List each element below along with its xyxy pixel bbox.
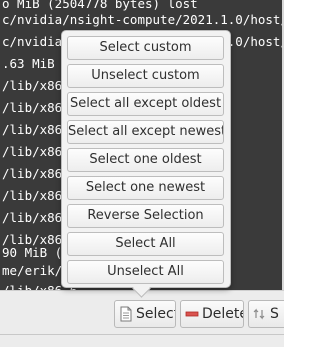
select-one-newest-button[interactable]: Select one newest	[67, 176, 224, 200]
toolbar-divider	[0, 334, 284, 335]
delete-icon	[185, 309, 199, 319]
unselect-custom-button[interactable]: Unselect custom	[67, 64, 224, 88]
document-icon	[119, 306, 133, 322]
sort-icon	[253, 307, 267, 321]
unselect-all-button[interactable]: Unselect All	[67, 260, 224, 284]
sort-button-label: S	[270, 306, 279, 322]
reverse-selection-button[interactable]: Reverse Selection	[67, 204, 224, 228]
select-custom-button[interactable]: Select custom	[67, 36, 224, 60]
list-item: me/erik/D	[2, 263, 70, 278]
delete-button[interactable]: Delete	[180, 300, 244, 328]
delete-button-label: Delete	[202, 306, 244, 322]
sort-button[interactable]: S	[248, 300, 284, 328]
select-all-except-oldest-button[interactable]: Select all except oldest	[67, 92, 224, 116]
select-all-button[interactable]: Select All	[67, 232, 224, 256]
select-one-oldest-button[interactable]: Select one oldest	[67, 148, 224, 172]
select-all-except-newest-button[interactable]: Select all except newest	[67, 120, 224, 144]
select-button-label: Select	[136, 306, 176, 322]
list-item: c/nvidia/nsight-compute/2021.1.0/host/li…	[2, 12, 282, 27]
select-button[interactable]: Select	[114, 300, 176, 328]
